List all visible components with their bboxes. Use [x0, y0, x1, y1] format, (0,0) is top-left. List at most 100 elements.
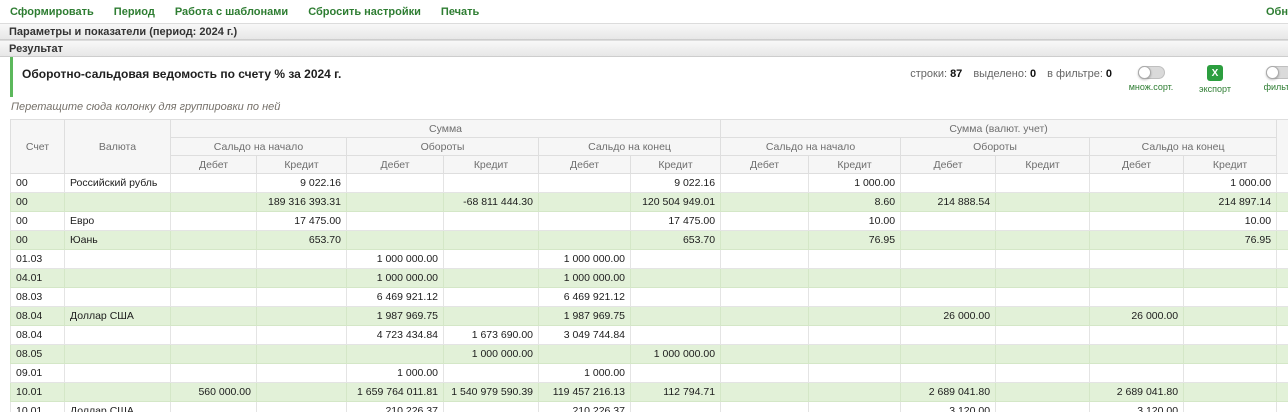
- cell-filler[interactable]: [1277, 250, 1288, 269]
- col-header-account[interactable]: Счет: [11, 120, 65, 174]
- cell-amount[interactable]: 10.00: [1184, 212, 1277, 231]
- table-row[interactable]: 01.031 000 000.001 000 000.00: [11, 250, 1288, 269]
- table-row[interactable]: 00Юань653.70653.7076.9576.95: [11, 231, 1288, 250]
- cell-account[interactable]: 09.01: [11, 364, 65, 383]
- table-row[interactable]: 08.051 000 000.001 000 000.00: [11, 345, 1288, 364]
- cell-amount[interactable]: [721, 364, 809, 383]
- cell-amount[interactable]: [1090, 174, 1184, 193]
- cell-currency[interactable]: Российский рубль: [65, 174, 171, 193]
- cell-amount[interactable]: [1090, 364, 1184, 383]
- cell-amount[interactable]: 1 000 000.00: [539, 250, 631, 269]
- cell-amount[interactable]: 3 120.00: [901, 402, 996, 412]
- col-subgroup-header[interactable]: Сальдо на начало: [721, 138, 901, 156]
- cell-amount[interactable]: 214 888.54: [901, 193, 996, 212]
- cell-amount[interactable]: [171, 231, 257, 250]
- cell-amount[interactable]: [1090, 250, 1184, 269]
- cell-amount[interactable]: [539, 212, 631, 231]
- cell-amount[interactable]: 6 469 921.12: [539, 288, 631, 307]
- cell-amount[interactable]: [444, 402, 539, 412]
- cell-currency[interactable]: [65, 269, 171, 288]
- cell-amount[interactable]: [809, 269, 901, 288]
- cell-amount[interactable]: 6 469 921.12: [347, 288, 444, 307]
- col-leaf-header[interactable]: Дебет: [539, 156, 631, 174]
- menu-refresh[interactable]: Обн: [1266, 6, 1288, 18]
- cell-currency[interactable]: [65, 345, 171, 364]
- cell-amount[interactable]: [721, 193, 809, 212]
- cell-account[interactable]: 00: [11, 231, 65, 250]
- cell-filler[interactable]: [1277, 174, 1288, 193]
- cell-amount[interactable]: [171, 307, 257, 326]
- table-row[interactable]: 08.044 723 434.841 673 690.003 049 744.8…: [11, 326, 1288, 345]
- col-leaf-header[interactable]: Кредит: [631, 156, 721, 174]
- cell-amount[interactable]: 560 000.00: [171, 383, 257, 402]
- cell-amount[interactable]: [809, 402, 901, 412]
- cell-amount[interactable]: [257, 383, 347, 402]
- cell-amount[interactable]: [444, 269, 539, 288]
- cell-account[interactable]: 00: [11, 193, 65, 212]
- cell-filler[interactable]: [1277, 288, 1288, 307]
- cell-amount[interactable]: 9 022.16: [631, 174, 721, 193]
- cell-amount[interactable]: 3 120.00: [1090, 402, 1184, 412]
- cell-amount[interactable]: [996, 174, 1090, 193]
- cell-amount[interactable]: 1 000 000.00: [347, 250, 444, 269]
- cell-amount[interactable]: [171, 269, 257, 288]
- cell-amount[interactable]: [1090, 288, 1184, 307]
- cell-amount[interactable]: 2 689 041.80: [901, 383, 996, 402]
- cell-account[interactable]: 00: [11, 174, 65, 193]
- cell-amount[interactable]: [721, 326, 809, 345]
- cell-amount[interactable]: [996, 288, 1090, 307]
- cell-currency[interactable]: [65, 193, 171, 212]
- cell-amount[interactable]: 1 000.00: [809, 174, 901, 193]
- cell-amount[interactable]: [257, 402, 347, 412]
- cell-amount[interactable]: [901, 326, 996, 345]
- cell-filler[interactable]: [1277, 402, 1288, 412]
- col-subgroup-header[interactable]: Сальдо на конец: [1090, 138, 1277, 156]
- cell-filler[interactable]: [1277, 345, 1288, 364]
- cell-currency[interactable]: [65, 288, 171, 307]
- col-leaf-header[interactable]: Дебет: [901, 156, 996, 174]
- cell-amount[interactable]: [996, 231, 1090, 250]
- cell-amount[interactable]: [347, 212, 444, 231]
- cell-account[interactable]: 04.01: [11, 269, 65, 288]
- cell-amount[interactable]: [631, 402, 721, 412]
- cell-amount[interactable]: [1184, 364, 1277, 383]
- cell-amount[interactable]: [809, 383, 901, 402]
- cell-amount[interactable]: [444, 231, 539, 250]
- cell-amount[interactable]: 1 000.00: [1184, 174, 1277, 193]
- cell-amount[interactable]: [444, 288, 539, 307]
- cell-amount[interactable]: [721, 345, 809, 364]
- cell-amount[interactable]: [1090, 345, 1184, 364]
- cell-amount[interactable]: [171, 364, 257, 383]
- cell-amount[interactable]: [1184, 288, 1277, 307]
- cell-amount[interactable]: 1 673 690.00: [444, 326, 539, 345]
- cell-amount[interactable]: 119 457 216.13: [539, 383, 631, 402]
- cell-amount[interactable]: [721, 288, 809, 307]
- cell-amount[interactable]: [721, 212, 809, 231]
- cell-amount[interactable]: [996, 364, 1090, 383]
- cell-amount[interactable]: [1184, 402, 1277, 412]
- cell-amount[interactable]: 8.60: [809, 193, 901, 212]
- cell-amount[interactable]: [631, 307, 721, 326]
- cell-filler[interactable]: [1277, 231, 1288, 250]
- table-row[interactable]: 10.01Доллар США210 226.37210 226.373 120…: [11, 402, 1288, 412]
- cell-amount[interactable]: [996, 402, 1090, 412]
- cell-currency[interactable]: [65, 364, 171, 383]
- cell-amount[interactable]: [171, 402, 257, 412]
- cell-currency[interactable]: [65, 326, 171, 345]
- cell-amount[interactable]: [171, 193, 257, 212]
- col-leaf-header[interactable]: Кредит: [257, 156, 347, 174]
- cell-amount[interactable]: [539, 345, 631, 364]
- cell-account[interactable]: 00: [11, 212, 65, 231]
- cell-amount[interactable]: [444, 307, 539, 326]
- cell-amount[interactable]: [171, 345, 257, 364]
- cell-amount[interactable]: 1 000 000.00: [539, 269, 631, 288]
- cell-amount[interactable]: 210 226.37: [539, 402, 631, 412]
- menu-period[interactable]: Период: [114, 6, 155, 18]
- cell-amount[interactable]: [347, 345, 444, 364]
- cell-filler[interactable]: [1277, 364, 1288, 383]
- cell-amount[interactable]: [444, 364, 539, 383]
- cell-account[interactable]: 10.01: [11, 383, 65, 402]
- cell-amount[interactable]: [171, 250, 257, 269]
- cell-amount[interactable]: 17 475.00: [631, 212, 721, 231]
- cell-amount[interactable]: 1 000.00: [347, 364, 444, 383]
